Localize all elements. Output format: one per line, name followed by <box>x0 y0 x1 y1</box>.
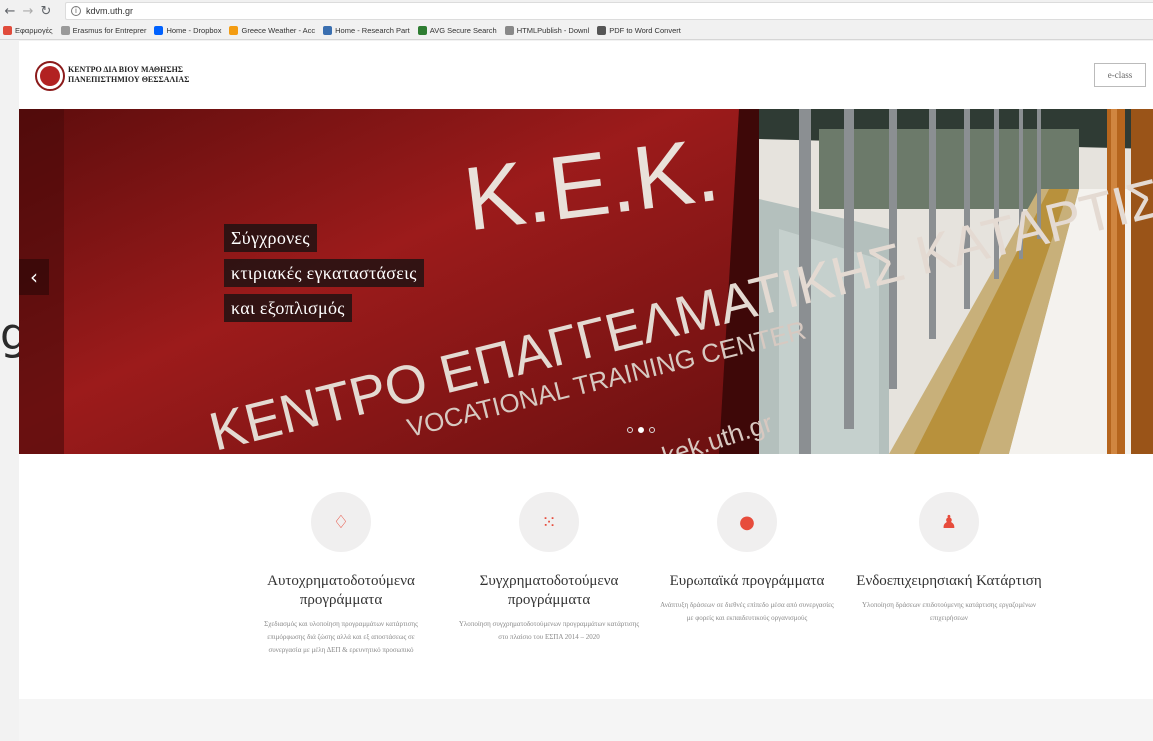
feature-description: Υλοποίηση συγχρηματοδοτούμενων προγραμμά… <box>458 620 640 641</box>
hero-caption-line-1: Σύγχρονες <box>224 224 317 252</box>
slider-dots <box>627 427 655 433</box>
back-icon[interactable]: ← <box>2 3 18 19</box>
feature-title[interactable]: Αυτοχρηματοδοτούμενα προγράμματα <box>246 572 436 610</box>
bookmark-label: Εφαρμογές <box>15 26 53 35</box>
bookmarks-bar: Εφαρμογές Erasmus for Entreprer Home - Dro… <box>0 22 1153 40</box>
bookmark-icon <box>229 26 239 35</box>
logo-line2: ΠΑΝΕΠΙΣΤΗΜΙΟΥ ΘΕΣΣΑΛΙΑΣ <box>68 75 190 84</box>
slider-prev-button[interactable]: ‹ <box>19 259 49 295</box>
logo-icon[interactable] <box>35 61 65 91</box>
overflow-text: gi <box>0 309 19 360</box>
slider-dot[interactable] <box>627 427 633 433</box>
address-bar[interactable]: i kdvm.uth.gr <box>65 2 1153 20</box>
users-icon: ♟ <box>919 492 979 552</box>
bookmark-label: Erasmus for Entreprer <box>72 26 147 35</box>
hero-image: K.E.K. ΚΕΝΤΡΟ ΕΠΑΓΓΕΛΜΑΤΙΚΗΣ ΚΑΤΑΡΤΙΣΗΣ … <box>19 109 1153 454</box>
bookmark-icon <box>597 26 607 35</box>
bookmark-label: Greece Weather - Acc <box>241 26 316 35</box>
bookmark-label: HTMLPublish - Downl <box>516 26 590 35</box>
footer-strip <box>19 699 1153 741</box>
hero-slider: K.E.K. ΚΕΝΤΡΟ ΕΠΑΓΓΕΛΜΑΤΙΚΗΣ ΚΑΤΑΡΤΙΣΗΣ … <box>19 109 1153 454</box>
feature-title[interactable]: Ευρωπαϊκά προγράμματα <box>652 572 842 591</box>
site-info-icon[interactable]: i <box>71 6 81 16</box>
eclass-button[interactable]: e-class <box>1094 63 1146 87</box>
reload-icon[interactable]: ↻ <box>38 3 54 19</box>
features-section: ♢ Αυτοχρηματοδοτούμενα προγράμματα Σχεδιασ… <box>19 454 1153 699</box>
feature-description: Σχεδιασμός και υλοποίηση προγραμμάτων κα… <box>264 620 418 654</box>
feature-card: ♢ Αυτοχρηματοδοτούμενα προγράμματα Σχεδιασ… <box>246 492 436 657</box>
bookmark-icon <box>417 26 427 35</box>
bookmark-item[interactable]: Home - Dropbox <box>154 26 221 35</box>
feature-title[interactable]: Συγχρηματοδοτούμενα προγράμματα <box>454 572 644 610</box>
bookmark-icon <box>323 26 333 35</box>
bookmark-item[interactable]: Εφαρμογές <box>3 26 53 35</box>
browser-toolbar: ← → ↻ i kdvm.uth.gr <box>0 0 1153 22</box>
bookmark-item[interactable]: Greece Weather - Acc <box>229 26 315 35</box>
bookmark-item[interactable]: PDF to Word Convert <box>597 26 681 35</box>
feature-card: ♟ Ενδοεπιχειρησιακή Κατάρτιση Υλοποίηση δρ… <box>854 492 1044 625</box>
site-header: ΚΕΝΤΡΟ ΔΙΑ ΒΙΟΥ ΜΑΘΗΣΗΣ ΠΑΝΕΠΙΣΤΗΜΙΟΥ ΘΕ… <box>19 41 1153 109</box>
hero-caption-line-3: και εξοπλισμός <box>224 294 352 322</box>
feature-card: ● Ευρωπαϊκά προγράμματα Ανάπτυξη δράσεων σ… <box>652 492 842 625</box>
bookmark-item[interactable]: Erasmus for Entreprer <box>60 26 147 35</box>
bookmark-label: Home - Research Part <box>335 26 410 35</box>
globe-icon: ● <box>717 492 777 552</box>
spinner-icon: ⁙ <box>519 492 579 552</box>
feature-description: Ανάπτυξη δράσεων σε διεθνές επίπεδο μέσα… <box>660 601 834 622</box>
slider-dot[interactable] <box>649 427 655 433</box>
diamond-icon: ♢ <box>311 492 371 552</box>
bookmark-icon <box>3 26 12 35</box>
bookmark-icon <box>60 26 70 35</box>
slider-dot[interactable] <box>638 427 644 433</box>
bookmark-icon <box>504 26 514 35</box>
forward-icon[interactable]: → <box>20 3 36 19</box>
bookmark-label: Home - Dropbox <box>166 26 222 35</box>
logo-line1: ΚΕΝΤΡΟ ΔΙΑ ΒΙΟΥ ΜΑΘΗΣΗΣ <box>68 65 184 74</box>
bookmark-item[interactable]: AVG Secure Search <box>417 26 497 35</box>
feature-description: Υλοποίηση δράσεων επιδοτούμενης κατάρτισ… <box>861 601 1037 622</box>
bookmark-icon <box>154 26 164 35</box>
bookmark-label: PDF to Word Convert <box>609 26 681 35</box>
feature-title[interactable]: Ενδοεπιχειρησιακή Κατάρτιση <box>854 572 1044 591</box>
feature-card: ⁙ Συγχρηματοδοτούμενα προγράμματα Υλοποίησ… <box>454 492 644 644</box>
url-text: kdvm.uth.gr <box>86 6 134 16</box>
web-page: ΚΕΝΤΡΟ ΔΙΑ ΒΙΟΥ ΜΑΘΗΣΗΣ ΠΑΝΕΠΙΣΤΗΜΙΟΥ ΘΕ… <box>19 41 1153 741</box>
bookmark-label: AVG Secure Search <box>429 26 497 35</box>
logo-text[interactable]: ΚΕΝΤΡΟ ΔΙΑ ΒΙΟΥ ΜΑΘΗΣΗΣ ΠΑΝΕΠΙΣΤΗΜΙΟΥ ΘΕ… <box>68 65 189 85</box>
hero-caption-line-2: κτιριακές εγκαταστάσεις <box>224 259 424 287</box>
bookmark-item[interactable]: Home - Research Part <box>323 26 410 35</box>
bookmark-item[interactable]: HTMLPublish - Downl <box>504 26 590 35</box>
